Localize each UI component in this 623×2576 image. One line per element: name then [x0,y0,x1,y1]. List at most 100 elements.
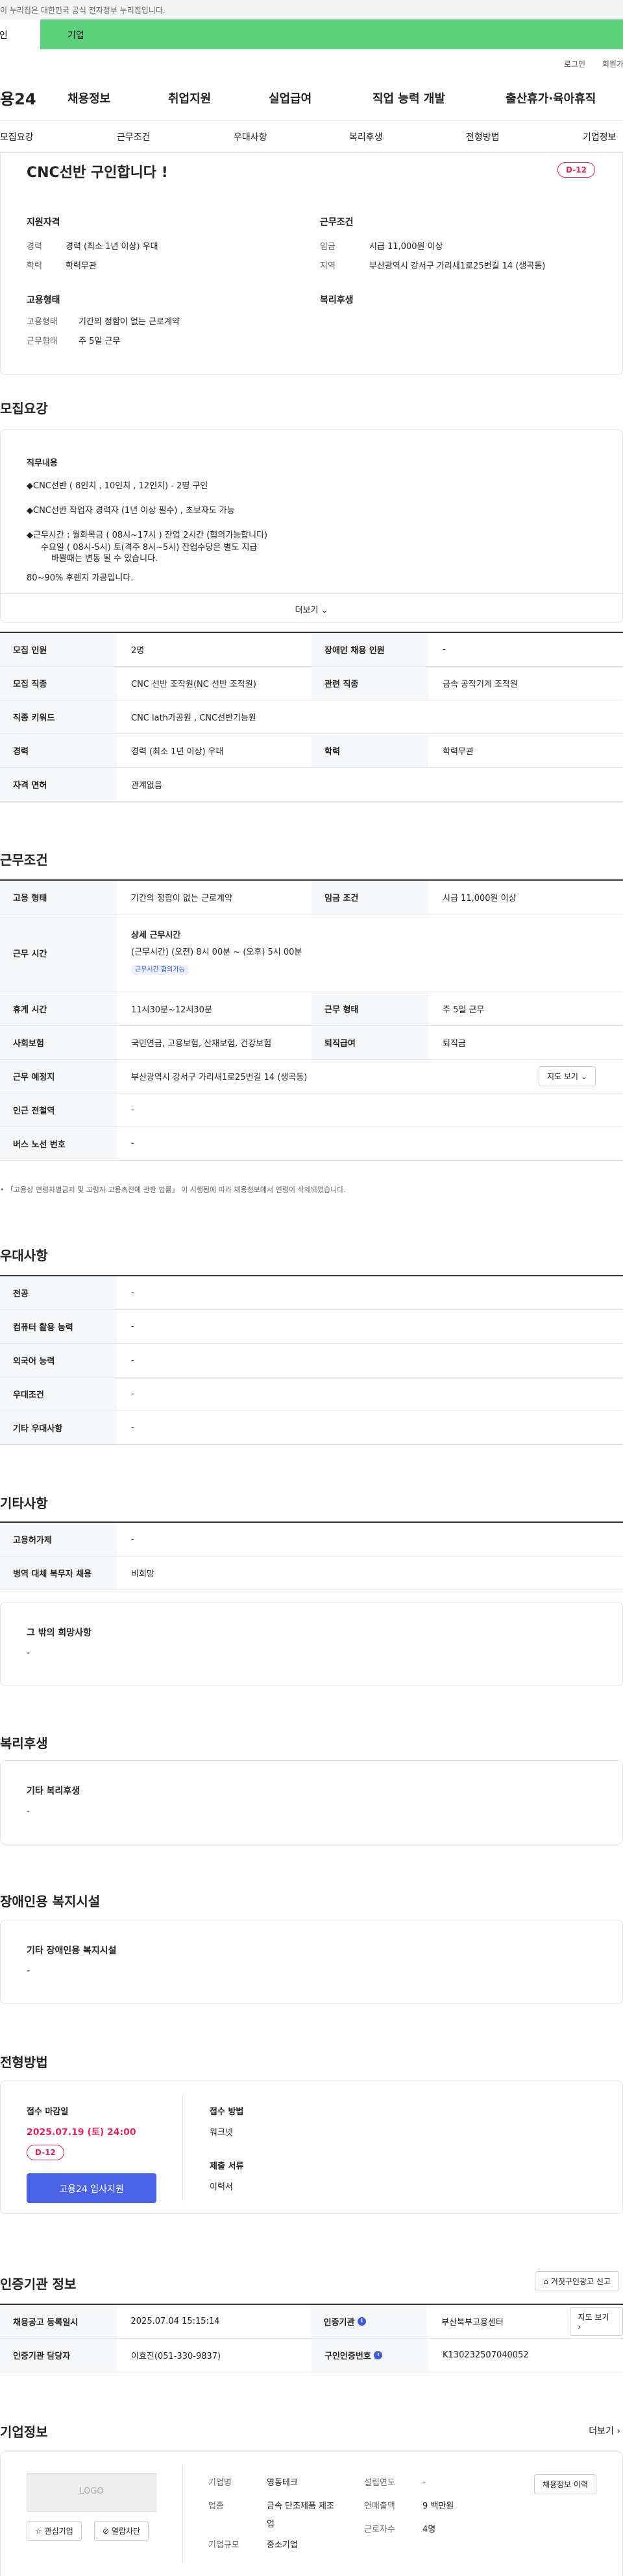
emp-title: 고용형태 [27,295,60,305]
report-button[interactable]: ⌂ 거짓구인광고 신고 [535,2271,619,2291]
company-more-link[interactable]: 더보기 › [589,2424,620,2437]
row-value: 비희망 [131,1569,154,1579]
fav-label: 관심기업 [44,2527,73,2536]
row-value: - [131,1288,134,1298]
job-title: CNC선반 구인합니다 ! [27,165,168,181]
join-link[interactable]: 회원가입 [602,60,623,69]
util-bar: 로그인 회원가입 [0,49,623,75]
row-value: - [131,1389,134,1399]
info-icon[interactable]: i [358,2317,367,2326]
company-logo: LOGO [27,2473,156,2512]
deadline-label: 접수 마감일 [27,2107,69,2117]
row-label: 학력 [312,734,428,767]
field-value: 금속 단조제품 제조업 [267,2501,334,2529]
time-tag: 근무시간 협의가능 [131,965,189,975]
login-link[interactable]: 로그인 [564,60,585,69]
row-value: - [131,1139,134,1149]
anchor-welfare[interactable]: 복리후생 [349,130,466,143]
field-label: 연매출액 [364,2501,395,2511]
tab-personal[interactable]: 개인 [0,19,40,49]
agency-table: 채용공고 등록일시 2025.07.04 15:15:14 인증기관 i 부산북부고용… [0,2304,623,2372]
etc-table: 고용허가제 - 병역 대체 복무자 채용 비희망 [0,1521,623,1590]
work-time: 상세 근무시간 (근무시간) (오전) 8시 00분 ~ (오후) 5시 00분… [117,927,302,979]
row-label: 고용 형태 [0,881,117,914]
disab-box: 기타 장애인용 복지시설 - [0,1920,623,2004]
agency-map-button[interactable]: 지도 보기 › [569,2307,623,2336]
row-label: 우대조건 [0,1377,117,1411]
anchor-company[interactable]: 기업정보 [583,130,617,143]
emp-label: 고용형태 [27,317,58,327]
field-label: 업종 [208,2501,224,2511]
etc-heading: 기타사항 [0,1496,48,1511]
field-label: 기업명 [208,2478,232,2488]
time-value: (근무시간) (오전) 8시 00분 ~ (오후) 5시 00분 [131,948,302,957]
nav-item-support[interactable]: 취업지원 [168,89,269,106]
row-label: 병역 대체 복무자 채용 [0,1556,117,1590]
hist-button[interactable]: 채용정보 이력 [533,2474,596,2494]
nav-item-benefit[interactable]: 실업급여 [269,89,373,106]
row-label: 인근 전철역 [0,1093,117,1127]
anchor-tabs: 모집요강 근무조건 우대사항 복리후생 전형방법 기업정보 [0,121,623,153]
agency-map-label: 지도 보기 [578,2313,609,2322]
age-note: • 「고용상 연령차별금지 및 고령자 고용촉진에 관한 법률」 이 시행됨에 … [0,1186,346,1194]
summary-card: CNC선반 구인합니다 ! D-12 지원자격 경력 경력 (최소 1년 이상) … [0,153,623,375]
duty-box: 직무내용 ◆CNC선반 ( 8인치 , 10인치 , 12인치) - 2명 구인… [0,429,623,623]
row-label: 채용공고 등록일시 [0,2305,117,2338]
pref-heading: 우대사항 [0,1248,48,1263]
row-value: 부산북부고용센터 [441,2318,504,2328]
info-icon[interactable]: i [374,2351,383,2359]
process-box: 접수 마감일 2025.07.19 (토) 24:00 D-12 고용24 입사… [0,2081,623,2214]
company-heading: 기업정보 [0,2424,48,2440]
gov-notice: 이 누리집은 대한민국 공식 전자정부 누리집입니다. [0,0,623,19]
block-icon: ⊘ [103,2527,110,2536]
nav-item-leave[interactable]: 출산휴가·육아휴직 [506,89,596,106]
emp-value: 기간의 정함이 없는 근로계약 [79,317,180,327]
tab-company[interactable]: 기업 [40,19,84,49]
welfare-box: 기타 복리후생 - [0,1760,623,1844]
row-label: 직종 키워드 [0,700,117,733]
field-label: 근로자수 [364,2525,395,2534]
recruit-table: 모집 인원 2명 장애인 채용 인원 - 모집 직종 CNC 선반 조작원(NC 선반 … [0,632,623,802]
row-label: 근무 형태 [312,992,428,1025]
duty-line: ◆근무시간 : 월화목금 ( 08시~17시 ) 잔업 2시간 (협의가능합니다… [27,531,268,540]
qual-value: 경력 (최소 1년 이상) 우대 [66,242,158,252]
site-logo[interactable]: 고용24 [0,86,67,109]
row-label: 버스 노선 번호 [0,1127,117,1160]
field-value: - [422,2478,426,2488]
anchor-preference[interactable]: 우대사항 [234,130,349,143]
anchor-condition[interactable]: 근무조건 [117,130,234,143]
row-label: 인증기관 담당자 [0,2339,117,2372]
welfare-title: 복리후생 [320,295,354,305]
row-label: 퇴직급여 [312,1026,428,1059]
cond-value: 시급 11,000원 이상 [369,242,443,252]
docs-value: 이력서 [210,2182,233,2192]
anchor-process[interactable]: 전형방법 [466,130,583,143]
hope-title: 그 밖의 희망사항 [27,1628,92,1638]
nav-item-training[interactable]: 직업 능력 개발 [373,89,506,106]
agency-heading: 인증기관 정보 [0,2276,77,2292]
duty-line: 바쁠때는 변동 될 수 있습니다. [51,554,158,564]
duty-title: 직무내용 [27,459,58,468]
row-label: 전공 [0,1276,117,1309]
row-label: 관련 직종 [312,667,428,700]
row-value: 관계없음 [131,781,162,791]
map-label: 지도 보기 [547,1072,578,1081]
fav-company-button[interactable]: ☆ 관심기업 [27,2521,82,2541]
anchor-recruit[interactable]: 모집요강 [0,130,117,143]
home-icon: ⌂ [543,2277,549,2286]
row-label: 근무 시간 [0,914,117,992]
duty-line: ◆CNC선반 ( 8인치 , 10인치 , 12인치) - 2명 구인 [27,481,208,491]
docs-label: 제출 서류 [210,2162,244,2171]
map-button[interactable]: 지도 보기 ⌄ [539,1066,596,1086]
more-button[interactable]: 더보기 ⌄ [1,593,622,622]
block-company-button[interactable]: ⊘ 열람차단 [94,2521,149,2541]
apply-button[interactable]: 고용24 입사지원 [27,2173,156,2203]
row-label: 고용허가제 [0,1523,117,1556]
row-value: 부산광역시 강서구 가리새1로25번길 14 (생곡동) [131,1073,308,1082]
nav-item-jobs[interactable]: 채용정보 [67,89,168,106]
welfare-box-title: 기타 복리후생 [27,1786,80,1796]
row-value: - [131,1105,134,1115]
row-label-text: 구인인증번호 [324,2352,371,2361]
chevron-down-icon: ⌄ [321,606,328,615]
qual-list: 경력 경력 (최소 1년 이상) 우대 학력 학력무관 [27,237,158,276]
